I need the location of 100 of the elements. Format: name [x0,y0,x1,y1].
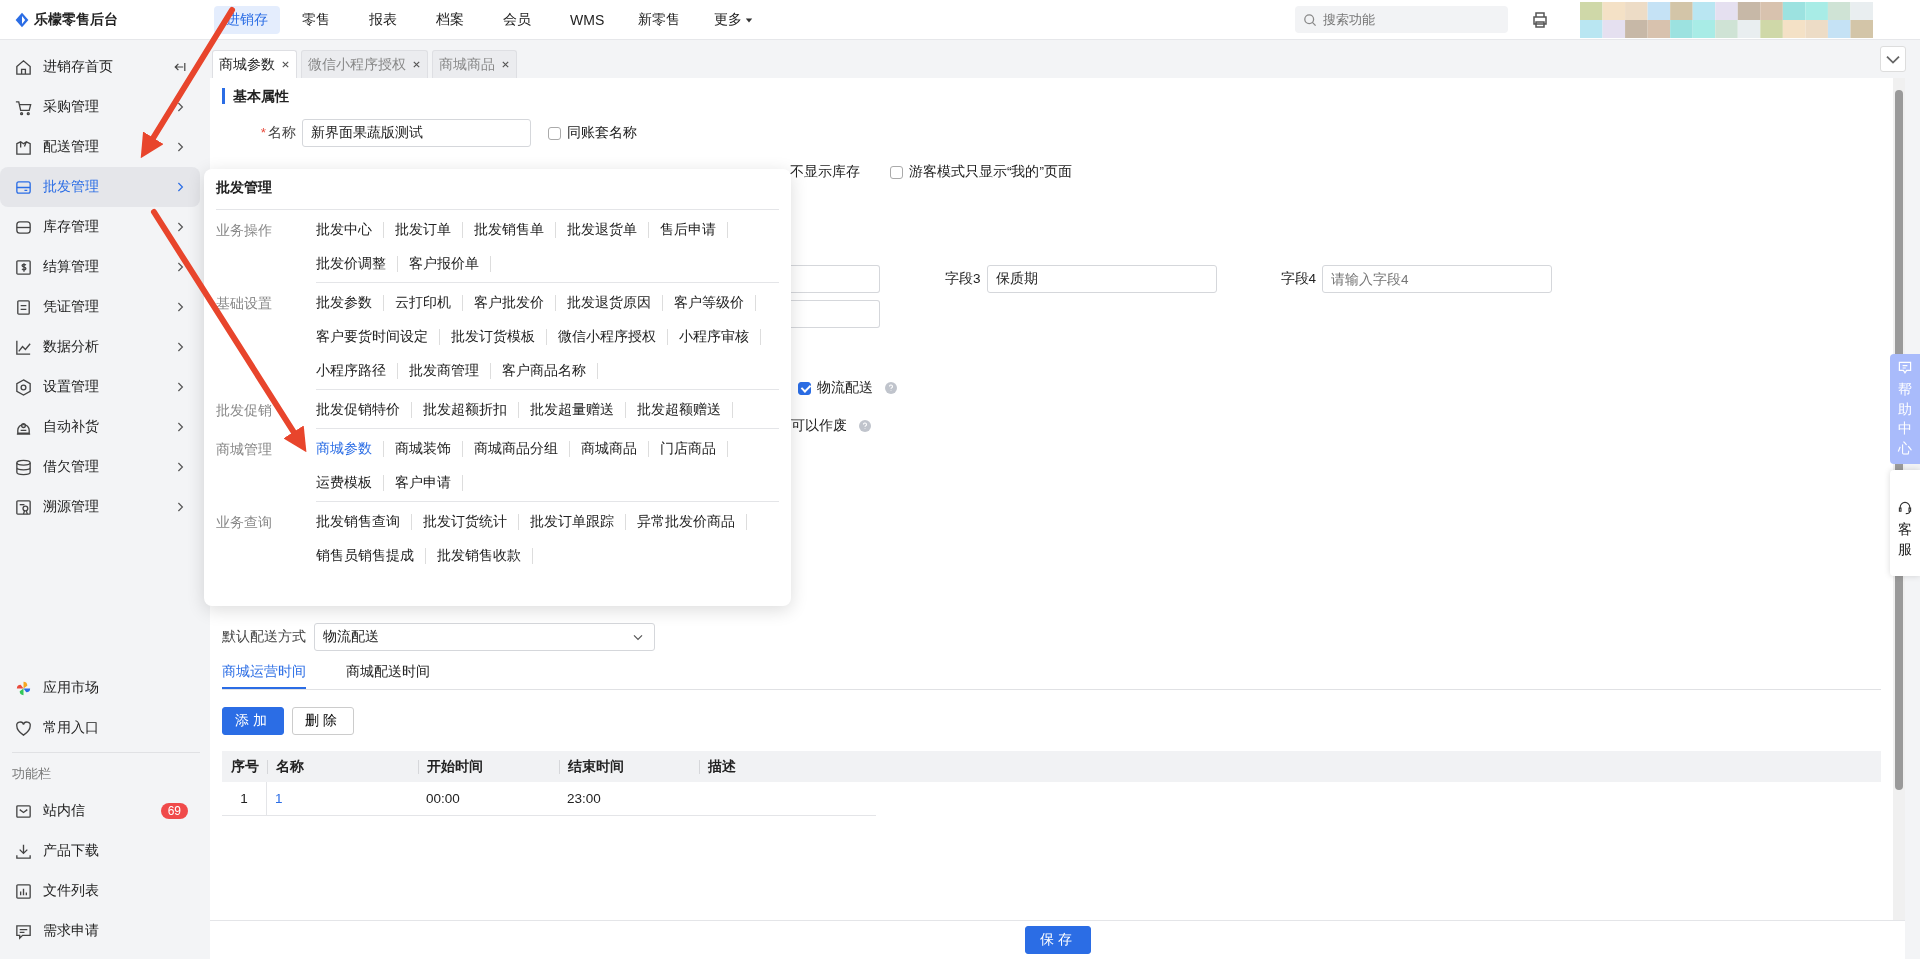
menu-item[interactable]: 客户批发价 [474,295,556,311]
sidebar-label: 采购管理 [43,98,99,116]
close-icon[interactable] [501,60,510,69]
menu-item[interactable]: 批发订单 [395,222,463,238]
sidebar-item[interactable]: 数据分析 [0,327,200,367]
menu-item[interactable]: 微信小程序授权 [558,329,668,345]
chevron-down-icon[interactable] [1880,46,1906,72]
sidebar-item[interactable]: 配送管理 [0,127,200,167]
sidebar-item[interactable]: 站内信 69 [0,791,200,831]
coins-icon [14,457,33,477]
sidebar-item[interactable]: 进销存首页 [0,47,200,87]
option-label: 可以作废 [791,417,847,435]
menu-item[interactable]: 异常批发价商品 [637,514,747,530]
menu-item[interactable]: 小程序路径 [316,363,398,379]
sidebar-item[interactable]: 凭证管理 [0,287,200,327]
menu-item[interactable]: 批发订单跟踪 [530,514,626,530]
table-cell-text: 00:00 [425,791,461,806]
sidebar-item[interactable]: 结算管理 [0,247,200,287]
field-label: 字段4 [1280,270,1317,288]
menu-item[interactable]: 售后申请 [660,222,728,238]
group-label: 业务操作 [216,222,273,240]
menu-item[interactable]: 客户等级价 [674,295,756,311]
dollar-icon [14,257,33,277]
group-label: 批发促销 [216,402,273,420]
checkbox[interactable]: 游客模式只显示“我的”页面 [890,163,1072,181]
menu-item[interactable]: 商城商品分组 [474,441,570,457]
search-field[interactable]: 搜索功能 [1295,6,1508,33]
menu-item[interactable]: 批发价调整 [316,256,398,272]
sidebar-label: 库存管理 [43,218,99,236]
menu-item[interactable]: 商城商品 [581,441,649,457]
sidebar-item[interactable]: 设置管理 [0,367,200,407]
nav-tab[interactable]: 报表 [357,5,414,34]
name-link[interactable]: 1 [275,791,283,806]
group-label: 商城管理 [216,441,273,459]
menu-item[interactable]: 批发超量赠送 [530,402,626,418]
sidebar-item[interactable]: 应用市场 [0,668,200,708]
menu-item[interactable]: 客户报价单 [409,256,491,272]
menu-item[interactable]: 批发促销特价 [316,402,412,418]
search-icon [1302,11,1318,28]
nav-tab[interactable]: 更多 [702,5,766,34]
printer-icon[interactable] [1530,9,1550,30]
sidebar-label: 溯源管理 [43,498,99,516]
sidebar-item[interactable]: 批发管理 [0,167,200,207]
menu-item[interactable]: 批发销售查询 [316,514,412,530]
sidebar-label: 批发管理 [43,178,99,196]
menu-item[interactable]: 批发超额折扣 [423,402,519,418]
nav-tab[interactable]: WMS [558,5,617,34]
menu-item[interactable]: 门店商品 [660,441,728,457]
sidebar-item[interactable]: 库存管理 [0,207,200,247]
add-button[interactable]: 添加 [222,707,284,735]
close-icon[interactable] [412,60,421,69]
menu-item[interactable]: 批发中心 [316,222,384,238]
input-field[interactable]: 保质期 [986,265,1217,293]
menu-item[interactable]: 云打印机 [395,295,463,311]
sidebar-item[interactable]: 产品下载 [0,831,200,871]
sidebar-item[interactable]: 常用入口 [0,708,200,748]
menu-item[interactable]: 批发商管理 [409,363,491,379]
checkbox[interactable]: 同账套名称 [548,124,637,142]
sidebar-label: 进销存首页 [43,58,113,76]
menu-item[interactable]: 销售员销售提成 [316,548,426,564]
close-icon[interactable] [281,60,290,69]
menu-item[interactable]: 商城装饰 [395,441,463,457]
menu-item[interactable]: 客户申请 [395,475,463,491]
nav-tab[interactable]: 零售 [290,5,347,34]
page-tab[interactable]: 商城参数 [212,50,297,78]
menu-item[interactable]: 运费模板 [316,475,384,491]
menu-item[interactable]: 客户要货时间设定 [316,329,440,345]
nav-tab[interactable]: 会员 [491,5,548,34]
menu-item[interactable]: 客户商品名称 [502,363,598,379]
menu-item[interactable]: 批发超额赠送 [637,402,733,418]
sidebar-item[interactable]: 文件列表 [0,871,200,911]
nav-tab[interactable]: 档案 [424,5,481,34]
sidebar-label: 凭证管理 [43,298,99,316]
customer-service-tab[interactable]: 客服 [1890,470,1920,576]
save-button[interactable]: 保存 [1024,926,1091,954]
tab[interactable]: 商城运营时间 [222,659,306,689]
app-title: 乐檬零售后台 [34,10,118,29]
menu-item[interactable]: 批发参数 [316,295,384,311]
sidebar-label: 文件列表 [43,882,99,900]
delivery-select[interactable]: 物流配送 [314,623,655,651]
delete-button[interactable]: 删除 [292,707,354,735]
option-label: 不显示库存 [790,163,860,181]
name-field[interactable]: 新界面果蔬版测试 [302,119,531,147]
checkbox[interactable]: 物流配送 [798,379,873,397]
menu-item[interactable]: 批发退货单 [567,222,649,238]
sidebar-item[interactable]: 自动补货 [0,407,200,447]
menu-item[interactable]: 商城参数 [316,441,384,457]
menu-item[interactable]: 批发订货模板 [451,329,547,345]
input-field[interactable]: 请输入字段4 [1322,265,1553,293]
nav-tab[interactable]: 新零售 [626,5,693,34]
menu-item[interactable]: 批发销售收款 [437,548,533,564]
sidebar-item[interactable]: 采购管理 [0,87,200,127]
menu-item[interactable]: 批发退货原因 [567,295,663,311]
menu-item[interactable]: 批发销售单 [474,222,556,238]
sidebar-item[interactable]: 借欠管理 [0,447,200,487]
menu-item[interactable]: 批发订货统计 [423,514,519,530]
tab[interactable]: 商城配送时间 [346,659,430,689]
sidebar-item[interactable]: 溯源管理 [0,487,200,527]
sidebar-item[interactable]: 需求申请 [0,911,200,951]
menu-item[interactable]: 小程序审核 [679,329,761,345]
